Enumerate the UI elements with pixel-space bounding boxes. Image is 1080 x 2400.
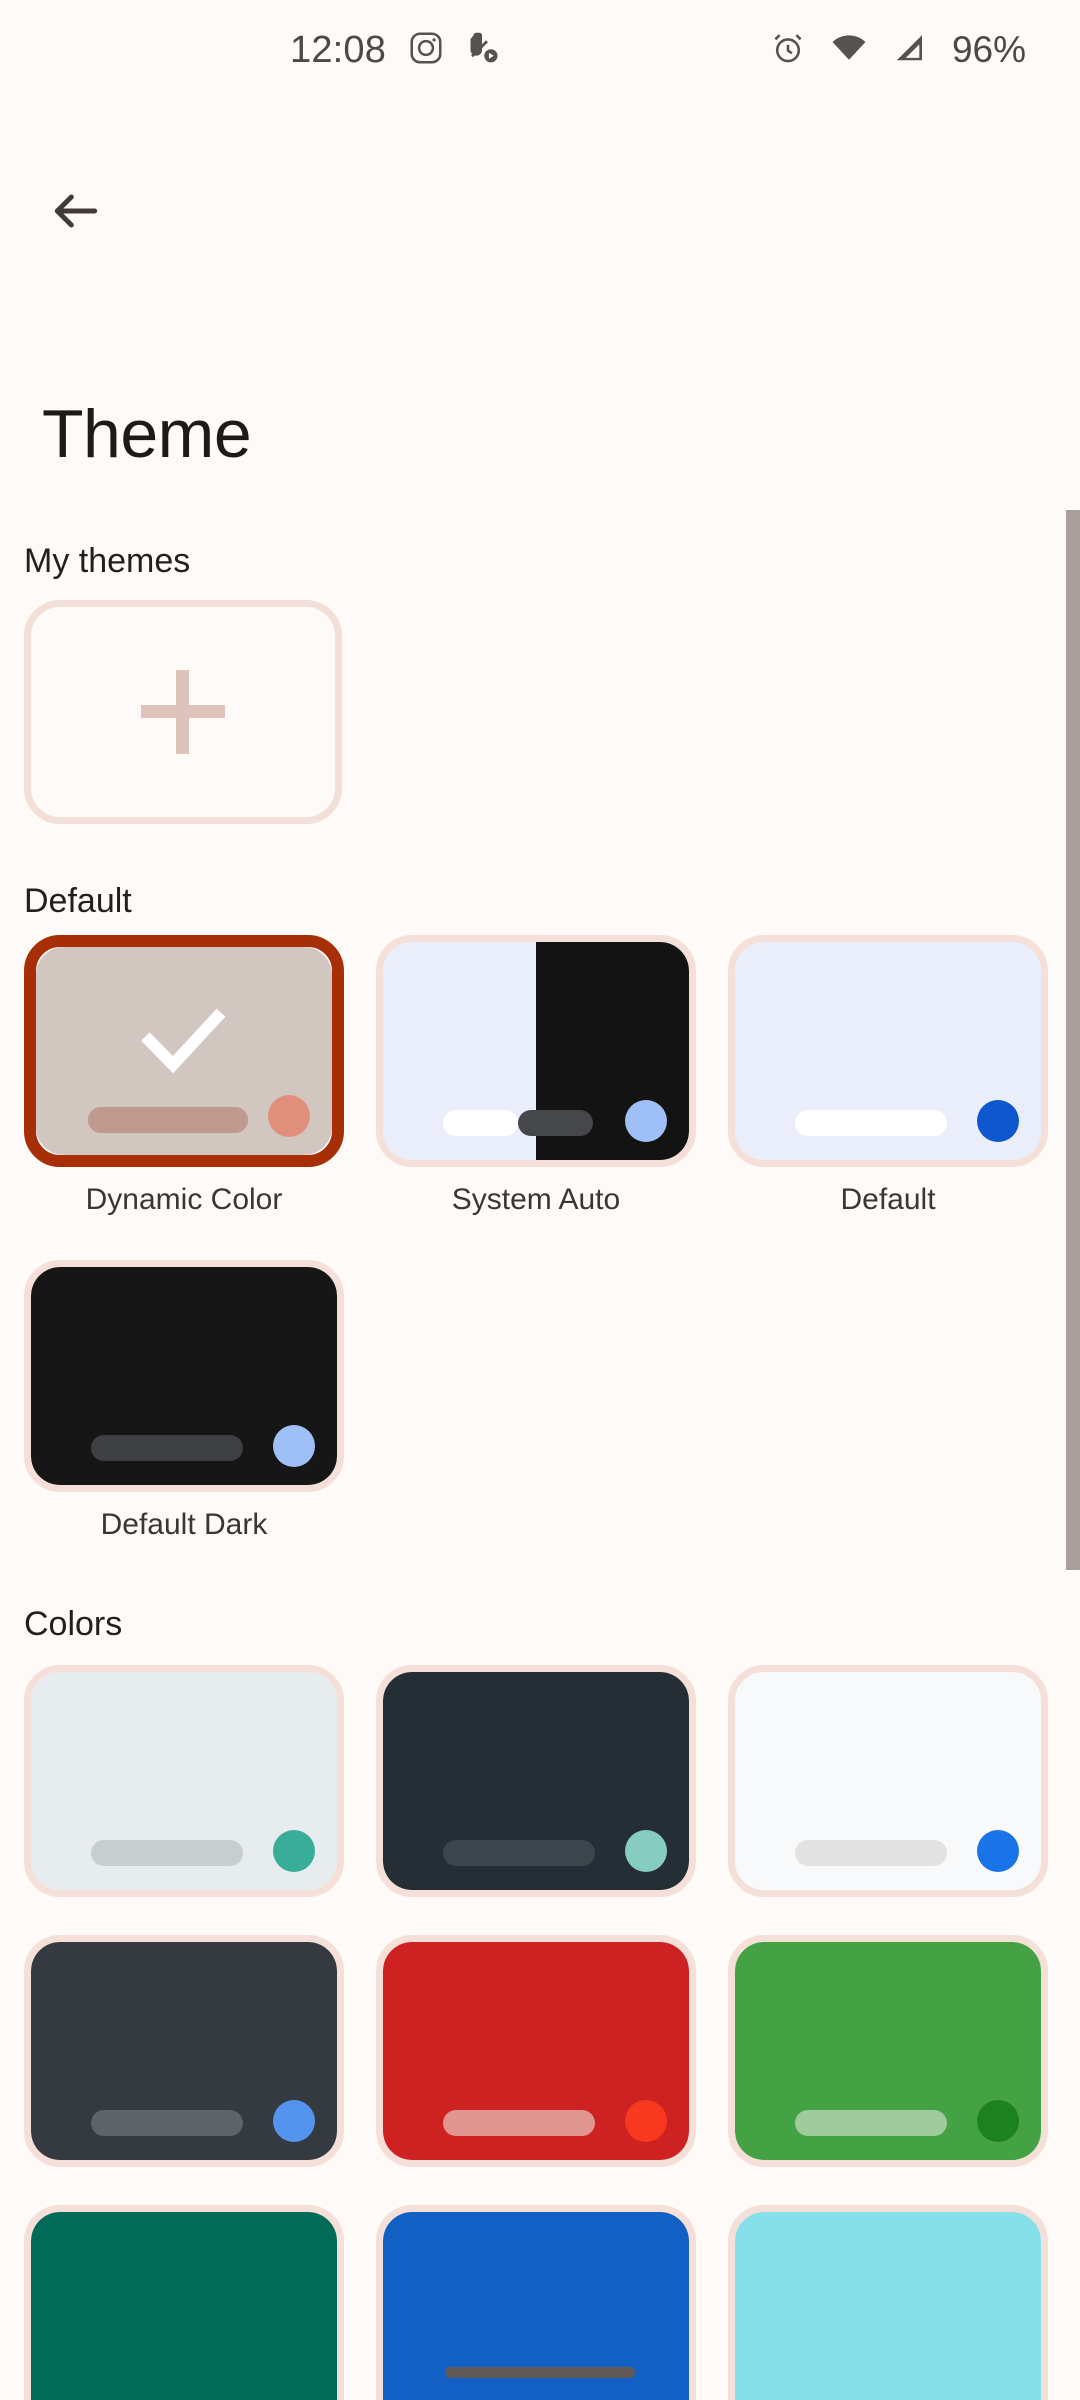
status-bar: 12:08 96% — [0, 0, 1080, 100]
back-arrow-icon — [54, 194, 98, 228]
color-swatch-card[interactable] — [728, 1665, 1048, 1897]
scrollbar-track[interactable] — [1066, 510, 1080, 1570]
media-app-icon — [466, 30, 502, 71]
scrollbar-thumb[interactable] — [1066, 510, 1080, 1570]
card-accent-dot — [977, 2100, 1019, 2142]
card-bar-light — [443, 1110, 518, 1136]
color-swatch-card[interactable] — [376, 1665, 696, 1897]
card-bar — [795, 1840, 947, 1866]
color-swatch-card[interactable] — [24, 1665, 344, 1897]
add-theme-card[interactable] — [24, 600, 342, 824]
cellular-signal-icon — [892, 30, 928, 71]
theme-card-default-dark[interactable]: Default Dark — [24, 1260, 344, 1542]
instagram-icon — [408, 30, 444, 71]
card-bar — [443, 2110, 595, 2136]
card-bar — [91, 1435, 243, 1461]
theme-card-label: Dynamic Color — [85, 1183, 283, 1216]
section-header-default: Default — [24, 882, 132, 920]
alarm-icon — [770, 30, 806, 71]
theme-card-dynamic-color[interactable]: Dynamic Color — [24, 935, 344, 1217]
theme-card-label: Default — [840, 1183, 936, 1216]
card-accent-dot — [977, 1830, 1019, 1872]
check-icon — [141, 1008, 226, 1073]
back-button[interactable] — [30, 165, 122, 257]
card-accent-dot — [273, 1425, 315, 1467]
color-swatch-card[interactable] — [728, 2205, 1048, 2400]
theme-card-label: System Auto — [451, 1183, 621, 1216]
card-bar — [795, 1110, 947, 1136]
card-bar — [91, 1840, 243, 1866]
color-swatch-card[interactable] — [376, 1935, 696, 2167]
card-bar — [795, 2110, 947, 2136]
card-accent-dot — [625, 2100, 667, 2142]
plus-icon — [141, 670, 225, 754]
card-bar — [88, 1107, 248, 1133]
page-title: Theme — [42, 396, 252, 472]
card-bar-dark — [518, 1110, 593, 1136]
color-swatch-card[interactable] — [728, 1935, 1048, 2167]
card-bar — [91, 2110, 243, 2136]
theme-card-label: Default Dark — [100, 1508, 268, 1541]
card-accent-dot — [625, 1830, 667, 1872]
section-header-my-themes: My themes — [24, 542, 191, 580]
card-accent-dot — [625, 1100, 667, 1142]
card-accent-dot — [268, 1095, 310, 1137]
card-accent-dot — [977, 1100, 1019, 1142]
card-accent-dot — [273, 1830, 315, 1872]
card-accent-dot — [273, 2100, 315, 2142]
status-time: 12:08 — [290, 28, 387, 71]
theme-card-default[interactable]: Default — [728, 935, 1048, 1217]
status-bar-right: 96% — [770, 0, 1026, 100]
theme-card-system-auto[interactable]: System Auto — [376, 935, 696, 1217]
status-bar-left: 12:08 — [290, 0, 502, 100]
theme-settings-screen: 12:08 96% Theme My themes Default Dynami… — [0, 0, 1080, 2400]
wifi-icon — [830, 29, 868, 72]
navigation-home-pill[interactable] — [445, 2367, 635, 2378]
battery-percentage: 96% — [951, 29, 1026, 70]
card-bar — [443, 1840, 595, 1866]
color-swatch-card[interactable] — [24, 2205, 344, 2400]
section-header-colors: Colors — [24, 1605, 123, 1643]
color-swatch-card[interactable] — [24, 1935, 344, 2167]
